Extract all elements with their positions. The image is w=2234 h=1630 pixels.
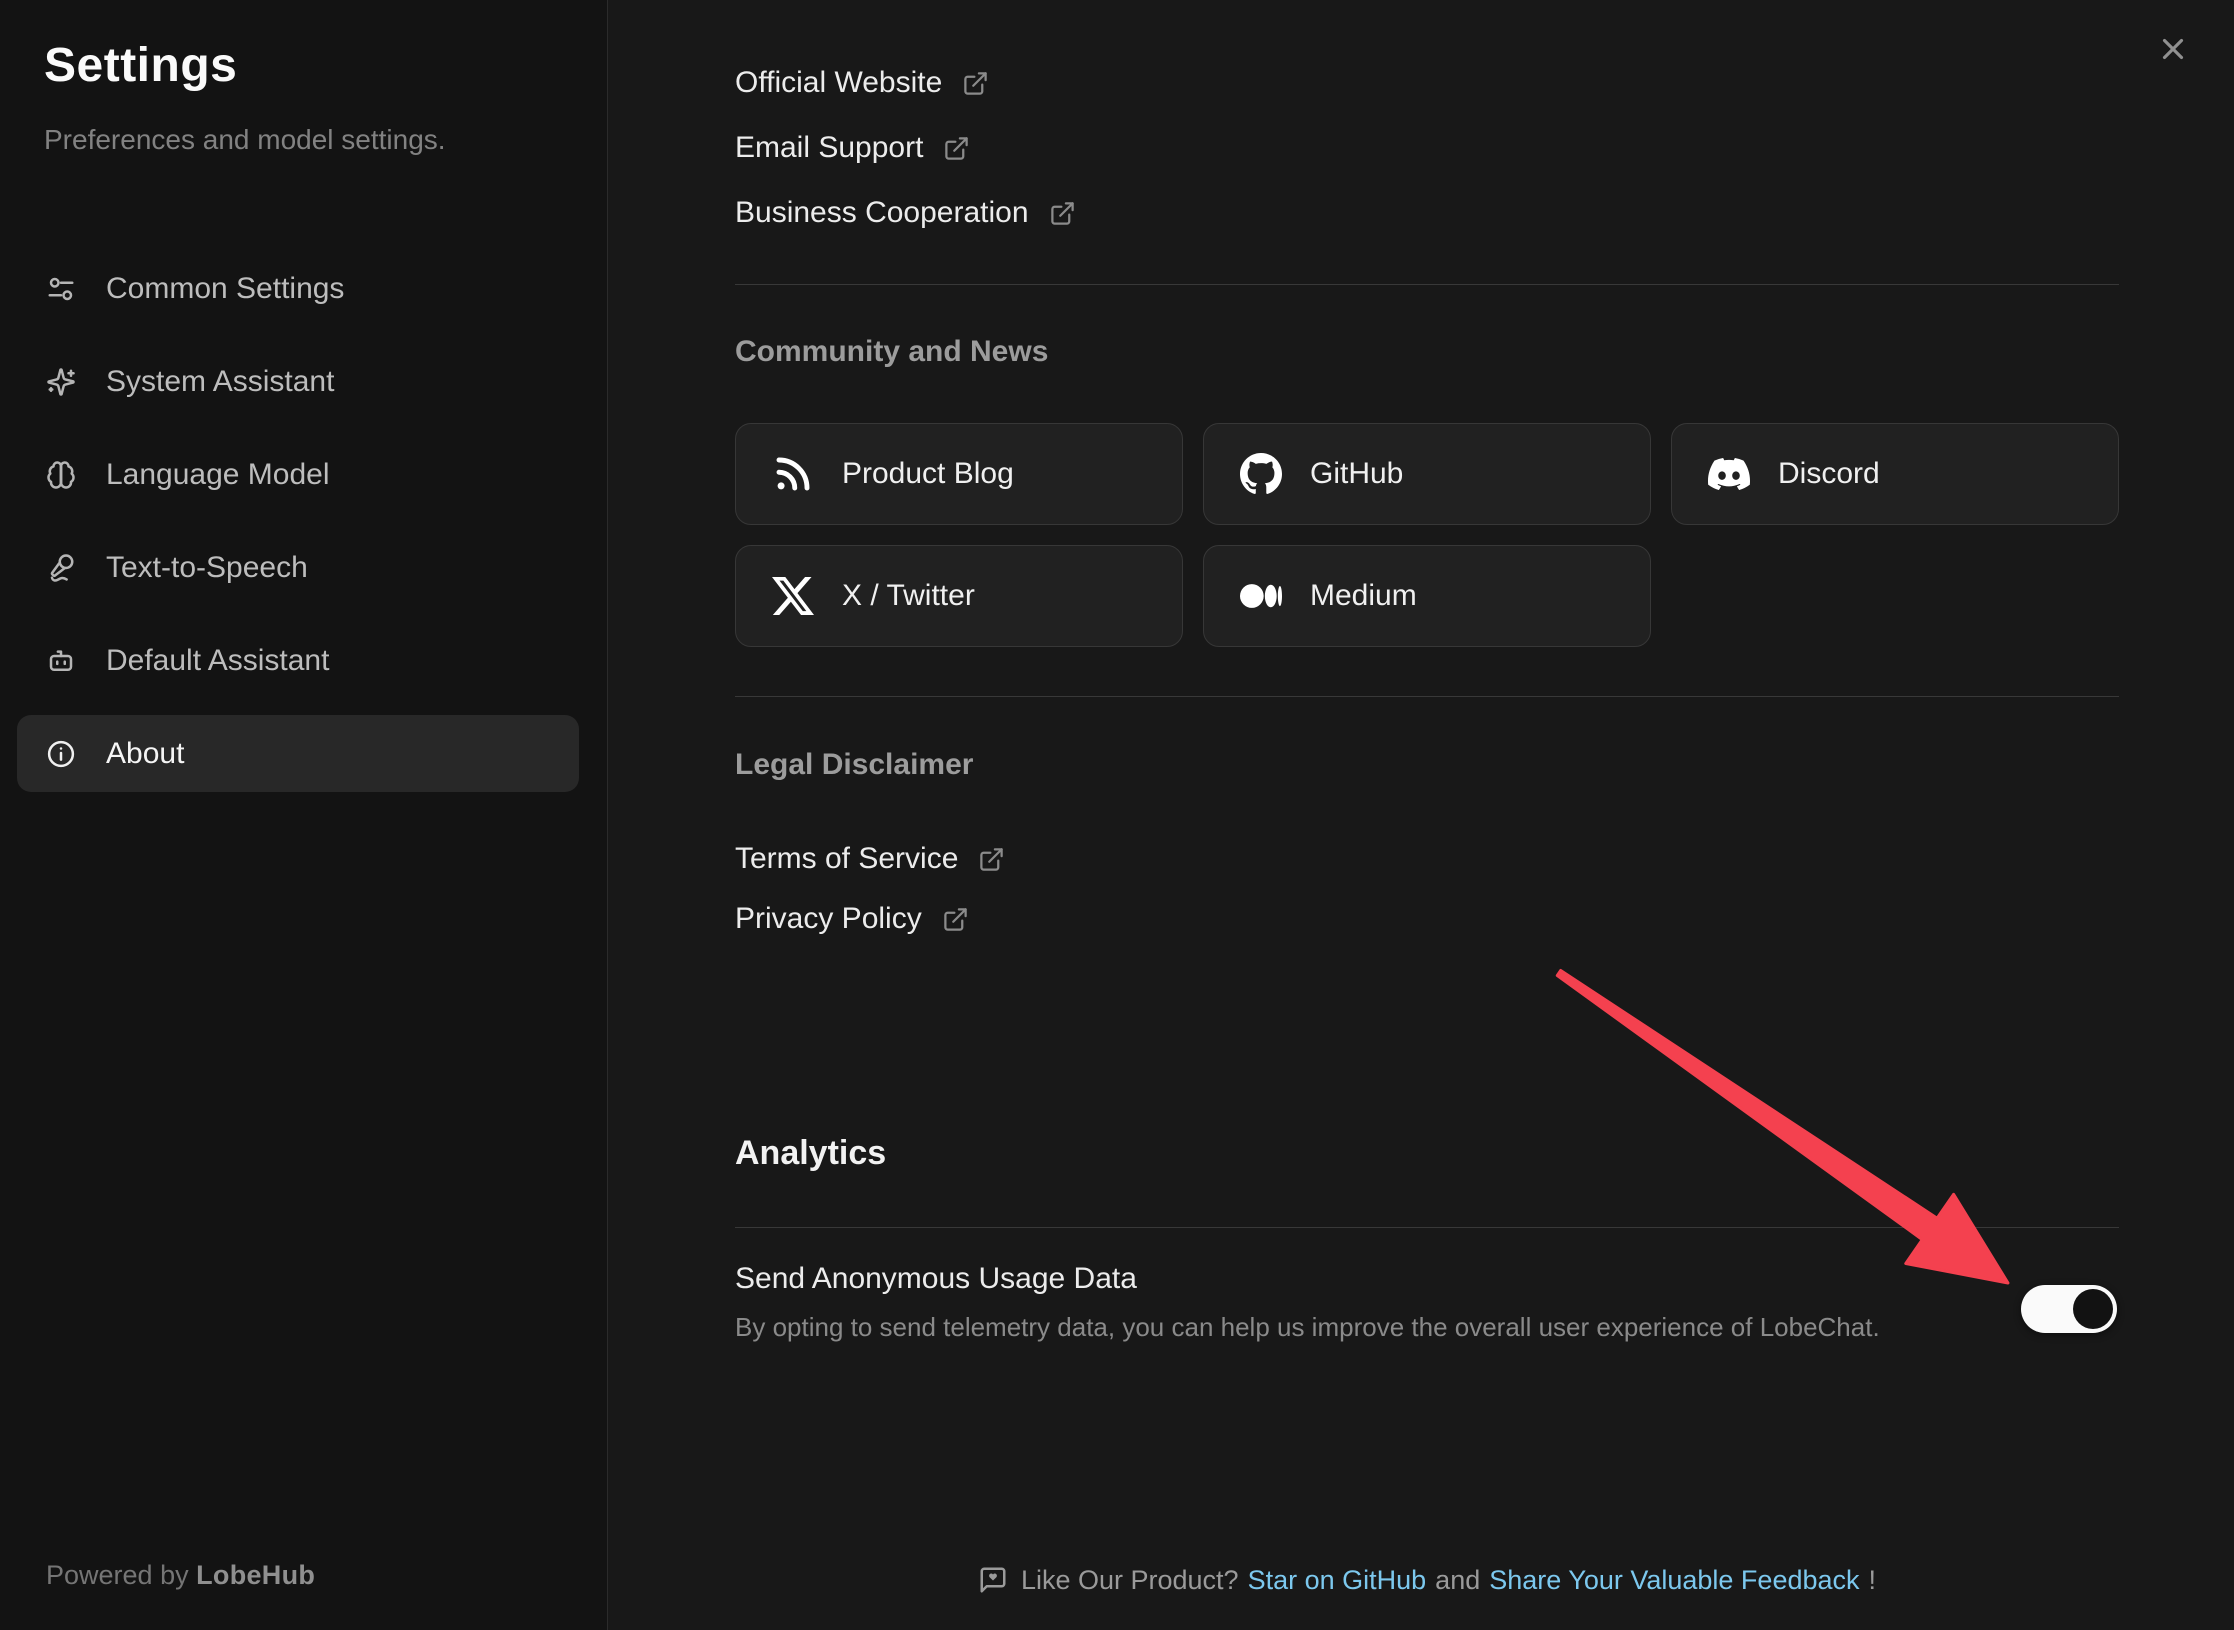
section-divider xyxy=(735,696,2119,697)
powered-by: Powered by LobeHub xyxy=(46,1560,315,1591)
sidebar-item-text-to-speech[interactable]: Text-to-Speech xyxy=(17,529,579,606)
sidebar-item-label: About xyxy=(106,737,184,771)
discord-icon xyxy=(1708,453,1750,495)
card-label: GitHub xyxy=(1310,457,1403,491)
sidebar-item-label: Text-to-Speech xyxy=(106,551,308,585)
powered-by-text: Powered by xyxy=(46,1560,189,1590)
sidebar-item-label: System Assistant xyxy=(106,365,334,399)
about-panel: Contact Us Official Website Email Suppor… xyxy=(735,0,2119,1630)
page-subtitle: Preferences and model settings. xyxy=(44,124,446,156)
toggle-knob xyxy=(2073,1289,2113,1329)
brain-icon xyxy=(46,460,76,490)
card-label: Discord xyxy=(1778,457,1880,491)
bot-icon xyxy=(46,646,76,676)
footer: Like Our Product? Star on GitHub and Sha… xyxy=(735,1560,2119,1600)
sidebar-item-label: Language Model xyxy=(106,458,330,492)
close-icon xyxy=(2156,32,2190,66)
card-label: Medium xyxy=(1310,579,1417,613)
footer-text-prefix: Like Our Product? xyxy=(1021,1565,1239,1596)
community-cards: Product Blog GitHub Discord X / Twitter … xyxy=(735,423,2119,647)
external-link-icon xyxy=(962,70,989,97)
footer-text-suffix: ! xyxy=(1869,1565,1877,1596)
info-icon xyxy=(46,739,76,769)
card-label: Product Blog xyxy=(842,457,1014,491)
analytics-heading: Analytics xyxy=(735,1134,886,1173)
link-privacy-policy[interactable]: Privacy Policy xyxy=(735,900,969,938)
telemetry-setting-label: Send Anonymous Usage Data xyxy=(735,1262,1137,1296)
link-business-cooperation[interactable]: Business Cooperation xyxy=(735,194,1076,232)
contact-us-heading: Contact Us xyxy=(735,0,893,7)
link-label: Official Website xyxy=(735,66,942,100)
sidebar-item-about[interactable]: About xyxy=(17,715,579,792)
brand-logo: LobeHub xyxy=(196,1560,315,1590)
sidebar-item-system-assistant[interactable]: System Assistant xyxy=(17,343,579,420)
section-divider xyxy=(735,1227,2119,1228)
github-icon xyxy=(1240,453,1282,495)
link-label: Business Cooperation xyxy=(735,196,1029,230)
settings-sidebar: Settings Preferences and model settings.… xyxy=(0,0,608,1630)
medium-icon xyxy=(1240,575,1282,617)
external-link-icon xyxy=(978,846,1005,873)
link-label: Terms of Service xyxy=(735,842,958,876)
community-heading: Community and News xyxy=(735,335,1048,369)
section-divider xyxy=(735,284,2119,285)
community-card-github[interactable]: GitHub xyxy=(1203,423,1651,525)
external-link-icon xyxy=(943,135,970,162)
link-label: Email Support xyxy=(735,131,923,165)
close-button[interactable] xyxy=(2156,32,2190,66)
external-link-icon xyxy=(942,906,969,933)
telemetry-setting-description: By opting to send telemetry data, you ca… xyxy=(735,1312,1880,1343)
telemetry-toggle[interactable] xyxy=(2021,1285,2117,1333)
footer-text-middle: and xyxy=(1435,1565,1480,1596)
x-icon xyxy=(772,575,814,617)
sidebar-item-label: Default Assistant xyxy=(106,644,329,678)
sidebar-item-common-settings[interactable]: Common Settings xyxy=(17,250,579,327)
sidebar-item-language-model[interactable]: Language Model xyxy=(17,436,579,513)
external-link-icon xyxy=(1049,200,1076,227)
link-label: Privacy Policy xyxy=(735,902,922,936)
rss-icon xyxy=(772,453,814,495)
sliders-icon xyxy=(46,274,76,304)
community-card-x-twitter[interactable]: X / Twitter xyxy=(735,545,1183,647)
card-label: X / Twitter xyxy=(842,579,975,613)
message-square-heart-icon xyxy=(978,1565,1008,1595)
community-card-medium[interactable]: Medium xyxy=(1203,545,1651,647)
share-feedback-link[interactable]: Share Your Valuable Feedback xyxy=(1489,1565,1859,1596)
sidebar-item-label: Common Settings xyxy=(106,272,344,306)
community-card-discord[interactable]: Discord xyxy=(1671,423,2119,525)
mic-icon xyxy=(46,553,76,583)
legal-heading: Legal Disclaimer xyxy=(735,748,973,782)
settings-nav: Common Settings System Assistant Languag… xyxy=(17,250,579,792)
page-title: Settings xyxy=(44,38,237,93)
link-email-support[interactable]: Email Support xyxy=(735,129,970,167)
star-on-github-link[interactable]: Star on GitHub xyxy=(1248,1565,1427,1596)
community-card-product-blog[interactable]: Product Blog xyxy=(735,423,1183,525)
link-official-website[interactable]: Official Website xyxy=(735,64,989,102)
sparkles-icon xyxy=(46,367,76,397)
sidebar-item-default-assistant[interactable]: Default Assistant xyxy=(17,622,579,699)
link-terms-of-service[interactable]: Terms of Service xyxy=(735,840,1005,878)
